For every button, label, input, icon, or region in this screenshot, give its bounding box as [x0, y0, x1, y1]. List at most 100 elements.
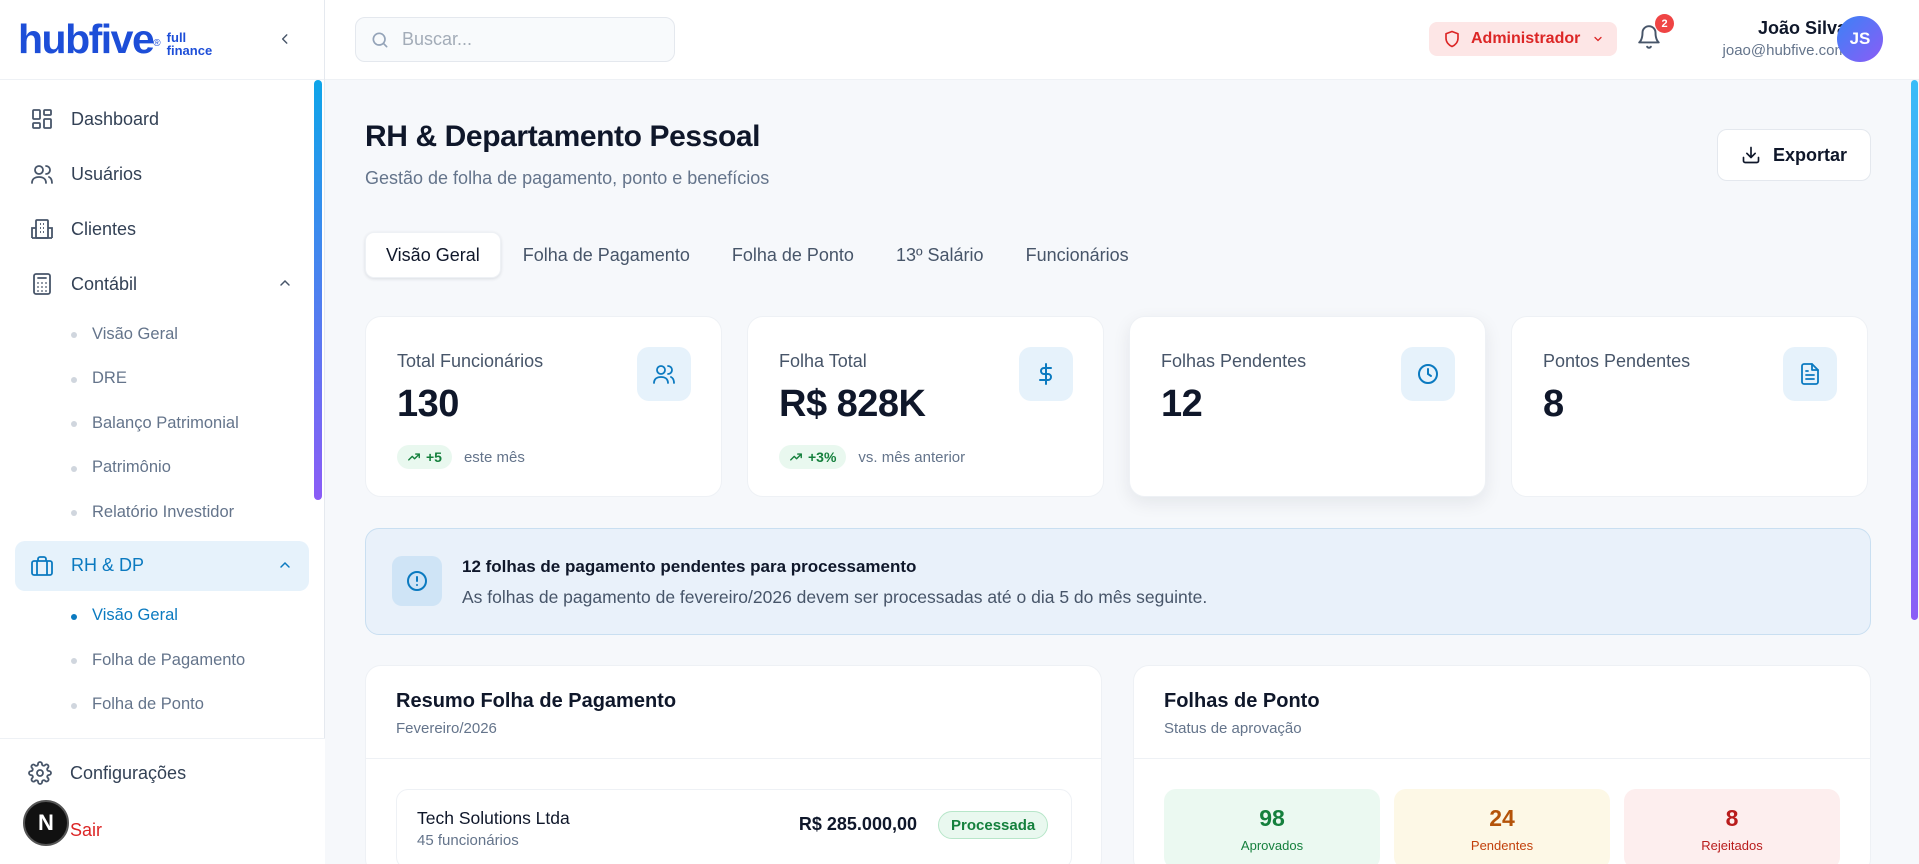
logo-registered-mark: ® [153, 38, 161, 49]
stat-card-pontos-pendentes: Pontos Pendentes 8 [1511, 316, 1868, 497]
briefcase-icon [29, 553, 55, 579]
chevron-down-icon [1592, 33, 1604, 45]
panel-title: Resumo Folha de Pagamento [396, 690, 677, 712]
submenu-item-patrimonio[interactable]: Patrimônio [0, 446, 324, 491]
status-badge: Processada [938, 811, 1049, 839]
approved-label: Aprovados [1240, 838, 1304, 853]
users-icon [637, 347, 691, 401]
stat-trend: +3% vs. mês anterior [779, 445, 965, 469]
trend-text: este mês [463, 448, 525, 466]
role-selector[interactable]: Administrador [1429, 22, 1617, 56]
stats-row: Total Funcionários 130 +5 este mês Folha… [365, 316, 1868, 497]
stat-card-folha-total: Folha Total R$ 828K +3% vs. mês anterior [747, 316, 1104, 497]
logo[interactable]: hubfive ® full finance [0, 0, 324, 80]
panel-subtitle: Fevereiro/2026 [396, 720, 497, 737]
logo-subtitle: full finance [166, 29, 213, 58]
submenu-item-relatorio-investidor[interactable]: Relatório Investidor [0, 490, 324, 535]
tab-funcionarios[interactable]: Funcionários [1006, 232, 1149, 278]
sidebar-item-clients[interactable]: Clientes [15, 204, 309, 254]
submenu-item-folha-ponto[interactable]: Folha de Ponto [0, 683, 324, 728]
sidebar-item-label: Usuários [71, 163, 143, 184]
search-box[interactable] [355, 17, 675, 62]
approved-value: 98 [1259, 805, 1285, 831]
stat-card-total-funcionarios: Total Funcionários 130 +5 este mês [365, 316, 722, 497]
trend-pill: +5 [397, 445, 452, 469]
user-name: João Silva [1757, 18, 1847, 38]
submenu-item-visao-geral[interactable]: Visão Geral [0, 312, 324, 357]
sidebar-item-label: Clientes [71, 218, 137, 239]
chevron-left-icon [281, 34, 288, 44]
chevron-up-icon [280, 279, 290, 286]
user-email: joao@hubfive.com [1722, 42, 1847, 59]
sidebar-item-rh-dp[interactable]: RH & DP [15, 540, 309, 591]
stat-label: Folhas Pendentes [1161, 351, 1307, 371]
tab-folha-ponto[interactable]: Folha de Ponto [712, 232, 874, 278]
search-input[interactable] [402, 29, 662, 50]
panel-title: Folhas de Ponto [1164, 690, 1320, 712]
list-item[interactable]: Tech Solutions Ltda 45 funcionários R$ 2… [396, 789, 1072, 864]
employee-count: 45 funcionários [417, 832, 519, 849]
tab-folha-pagamento[interactable]: Folha de Pagamento [503, 232, 710, 278]
stat-value: R$ 828K [779, 383, 926, 425]
stat-label: Folha Total [779, 351, 867, 371]
timesheets-panel: Folhas de Ponto Status de aprovação 98 A… [1133, 665, 1871, 864]
sidebar-item-label: Contábil [71, 273, 138, 294]
submenu-item-dre[interactable]: DRE [0, 357, 324, 402]
contabil-submenu: Visão Geral DRE Balanço Patrimonial Patr… [0, 312, 324, 535]
sidebar-item-users[interactable]: Usuários [15, 149, 309, 199]
tab-visao-geral[interactable]: Visão Geral [365, 232, 501, 278]
pending-payroll-alert: 12 folhas de pagamento pendentes para pr… [365, 528, 1871, 635]
submenu-item-folha-pagamento[interactable]: Folha de Pagamento [0, 638, 324, 683]
submenu-item-balanco[interactable]: Balanço Patrimonial [0, 401, 324, 446]
shield-icon [1443, 30, 1461, 48]
submenu-item-rh-visao-geral[interactable]: Visão Geral [0, 594, 324, 639]
export-button[interactable]: Exportar [1717, 129, 1871, 181]
divider [1134, 758, 1870, 759]
logo-wordmark: hubfive [18, 16, 155, 62]
divider [366, 758, 1101, 759]
sidebar-item-label: RH & DP [71, 555, 145, 575]
topbar: Administrador 2 João Silva joao@hubfive.… [325, 0, 1919, 80]
export-label: Exportar [1772, 144, 1848, 165]
user-info[interactable]: João Silva joao@hubfive.com [1723, 18, 1847, 59]
stat-trend: +5 este mês [397, 445, 525, 469]
building-icon [29, 216, 55, 242]
rejected-label: Rejeitados [1701, 838, 1763, 853]
logout-button[interactable]: Sair [70, 820, 102, 841]
main-scrollbar[interactable] [1911, 80, 1918, 620]
document-icon [1783, 347, 1837, 401]
pending-label: Pendentes [1470, 838, 1534, 853]
alert-description: As folhas de pagamento de fevereiro/2026… [462, 587, 1208, 607]
stat-card-folhas-pendentes: Folhas Pendentes 12 [1129, 316, 1486, 497]
users-icon [29, 161, 55, 187]
stat-label: Pontos Pendentes [1543, 351, 1691, 371]
sidebar: hubfive ® full finance Dashboard Usuário… [0, 0, 325, 864]
sidebar-nav: Dashboard Usuários Clientes Contábil Vis… [0, 80, 324, 727]
trending-up-icon [408, 453, 420, 461]
dashboard-icon [29, 106, 55, 132]
rejected-count-box: 8 Rejeitados [1624, 789, 1840, 864]
stat-value: 130 [397, 383, 459, 425]
sidebar-scrollbar[interactable] [314, 80, 322, 500]
payroll-amount: R$ 285.000,00 [798, 814, 917, 834]
approved-count-box: 98 Aprovados [1164, 789, 1380, 864]
alert-title: 12 folhas de pagamento pendentes para pr… [462, 557, 917, 576]
company-name: Tech Solutions Ltda [417, 808, 570, 828]
tab-13-salario[interactable]: 13º Salário [876, 232, 1004, 278]
rejected-value: 8 [1725, 805, 1739, 831]
trend-pill: +3% [779, 445, 847, 469]
page-subtitle: Gestão de folha de pagamento, ponto e be… [365, 168, 770, 188]
payroll-summary-panel: Resumo Folha de Pagamento Fevereiro/2026… [365, 665, 1102, 864]
pending-value: 24 [1489, 805, 1515, 831]
sidebar-item-settings[interactable]: Configurações [28, 761, 186, 785]
search-icon [372, 32, 388, 48]
sidebar-item-contabil[interactable]: Contábil [15, 259, 309, 309]
dev-tools-badge[interactable]: N [23, 800, 69, 846]
stat-value: 12 [1161, 383, 1203, 425]
stat-value: 8 [1543, 383, 1564, 425]
avatar[interactable]: JS [1837, 16, 1883, 62]
trend-text: vs. mês anterior [858, 448, 966, 466]
pending-count-box: 24 Pendentes [1394, 789, 1610, 864]
sidebar-item-dashboard[interactable]: Dashboard [15, 94, 309, 144]
collapse-sidebar-button[interactable] [274, 28, 296, 50]
